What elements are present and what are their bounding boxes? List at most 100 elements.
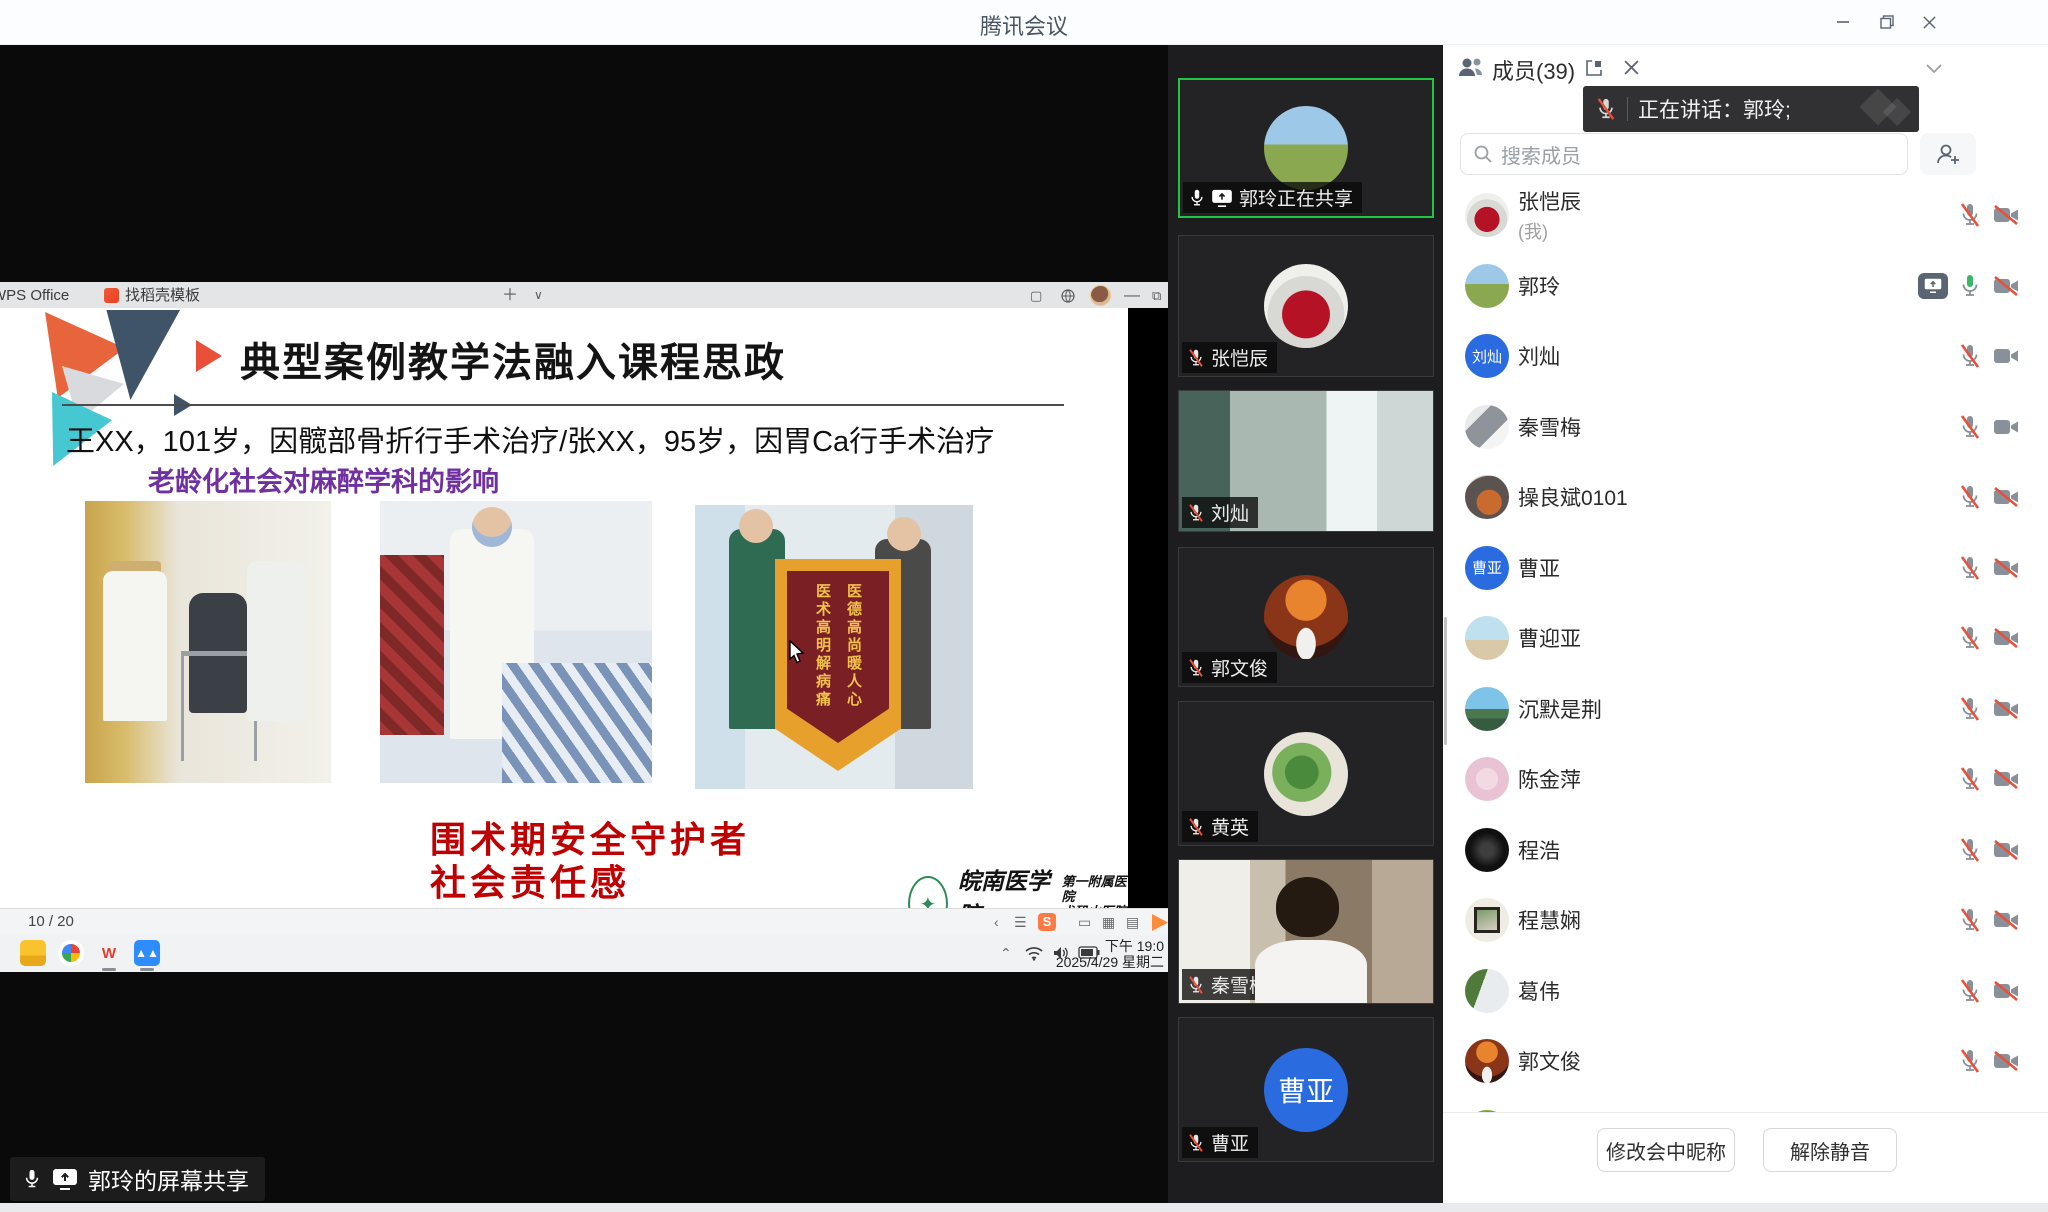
- member-row[interactable]: 程浩: [1443, 815, 2048, 885]
- wps-tab-bar: WPS Office 找稻壳模板 P 临床麻醉学课程思政集体备课 ＋ ∨ ▢ —…: [0, 282, 1168, 309]
- camera-off-icon: [1992, 698, 2020, 720]
- mic-muted-icon: [1958, 978, 1982, 1004]
- member-avatar: 刘灿: [1465, 334, 1509, 378]
- hospital-sub1: 第一附属医院: [1062, 874, 1128, 904]
- member-avatar: [1465, 898, 1509, 942]
- video-tile[interactable]: 郭玲正在共享: [1178, 78, 1434, 218]
- member-row[interactable]: 秦雪梅: [1443, 392, 2048, 462]
- close-icon: [1922, 15, 1937, 30]
- member-name: 程浩: [1518, 835, 1560, 865]
- status-prev-icon[interactable]: ‹: [994, 909, 999, 936]
- wps-layout-icon[interactable]: ▢: [1030, 282, 1042, 309]
- members-icon: [1457, 55, 1485, 79]
- speaking-toast: 正在讲话：郭玲;: [1583, 86, 1919, 132]
- member-row[interactable]: 葛伟: [1443, 956, 2048, 1026]
- video-tile[interactable]: 郭文俊: [1178, 547, 1434, 687]
- mic-muted-icon: [1187, 658, 1205, 678]
- member-avatar: [1465, 687, 1509, 731]
- mic-muted-icon: [1187, 503, 1205, 523]
- member-row[interactable]: 操良斌0101: [1443, 462, 2048, 532]
- mic-muted-icon: [1958, 202, 1982, 228]
- wps-minimize-icon[interactable]: —: [1124, 282, 1140, 309]
- member-row[interactable]: 沉默是荆: [1443, 674, 2048, 744]
- status-list-icon[interactable]: ☰: [1014, 909, 1027, 936]
- camera-on-icon: [1992, 345, 2020, 367]
- status-normal-view-icon[interactable]: ▭: [1078, 909, 1091, 936]
- banner-text-right: 医术高明解病痛: [812, 583, 833, 743]
- camera-off-icon: [1992, 839, 2020, 861]
- video-thumbnail-strip[interactable]: 郭玲正在共享 张恺辰 刘灿 郭文俊 黄英 秦雪梅: [1168, 45, 1443, 1203]
- search-placeholder: 搜索成员: [1501, 140, 1581, 169]
- screen-share-indicator: 郭玲的屏幕共享: [10, 1157, 265, 1201]
- close-button[interactable]: [1914, 8, 1944, 36]
- member-list-scrollbar[interactable]: [1444, 617, 1447, 745]
- photo-bedside-care: [380, 501, 652, 783]
- wps-globe-icon[interactable]: [1060, 288, 1076, 304]
- tray-expand-icon[interactable]: ⌃: [1000, 940, 1012, 967]
- video-tile[interactable]: 刘灿: [1178, 390, 1434, 532]
- add-member-button[interactable]: [1920, 133, 1976, 175]
- browser-icon[interactable]: [58, 940, 84, 966]
- toast-mic-muted-icon: [1595, 97, 1617, 121]
- slide-case-text: 王XX，101岁，因髋部骨折行手术治疗/张XX，95岁，因胃Ca行手术治疗: [66, 418, 994, 460]
- rename-button[interactable]: 修改会中昵称: [1597, 1128, 1735, 1172]
- slide-page-indicator: 10 / 20: [28, 913, 74, 930]
- member-avatar: [1465, 264, 1509, 308]
- restore-button[interactable]: [1872, 8, 1902, 36]
- photo-banner-gift: 医术高明解病痛 医德高尚暖人心: [695, 505, 973, 789]
- tab-wps-office[interactable]: WPS Office: [0, 282, 69, 309]
- screenshot-tool-icon[interactable]: S: [1038, 913, 1056, 931]
- video-tile[interactable]: 张恺辰: [1178, 235, 1434, 377]
- camera-off-icon: [1992, 204, 2020, 226]
- camera-off-icon: [1992, 486, 2020, 508]
- tencent-meeting-app-icon[interactable]: ▲▲: [134, 940, 160, 966]
- member-row[interactable]: 陈金萍: [1443, 744, 2048, 814]
- shared-screen-stage: WPS Office 找稻壳模板 P 临床麻醉学课程思政集体备课 ＋ ∨ ▢ —…: [0, 45, 1168, 1203]
- member-avatar: [1465, 828, 1509, 872]
- wps-account-avatar[interactable]: [1090, 285, 1111, 306]
- tencent-meeting-window: 腾讯会议 WPS Office 找稻壳模板 P 临床麻醉学课程思政集体备课: [0, 0, 2048, 1212]
- tab-list-chevron[interactable]: ∨: [534, 282, 543, 309]
- banner-text-left: 医德高尚暖人心: [843, 583, 864, 743]
- wps-restore-icon[interactable]: ⧉: [1152, 282, 1161, 309]
- screen-sharing-icon: [1918, 273, 1948, 299]
- taskbar-clock[interactable]: 下午 19:0 2025/4/29 星期二: [1044, 938, 1164, 970]
- mic-muted-icon: [1958, 766, 1982, 792]
- member-row[interactable]: 郭文俊: [1443, 1026, 2048, 1096]
- member-row[interactable]: 张恺辰 (我): [1443, 180, 2048, 250]
- member-row[interactable]: 程慧娴: [1443, 885, 2048, 955]
- member-search-input[interactable]: 搜索成员: [1460, 133, 1908, 175]
- video-tile-label: 郭玲正在共享: [1183, 182, 1362, 213]
- desktop-black-column: [1128, 308, 1168, 935]
- unmute-button[interactable]: 解除静音: [1763, 1128, 1897, 1172]
- status-grid-view-icon[interactable]: ▦: [1102, 909, 1115, 936]
- member-name: 曹亚: [1518, 553, 1560, 583]
- status-read-view-icon[interactable]: ▤: [1126, 909, 1139, 936]
- member-row[interactable]: 刘灿 刘灿: [1443, 321, 2048, 391]
- collapse-panel-chevron-icon[interactable]: [1925, 63, 1943, 75]
- member-list[interactable]: 张恺辰 (我) 郭玲 刘灿 刘灿 秦雪梅 操良斌0101: [1443, 180, 2048, 1112]
- member-row[interactable]: 郭玲: [1443, 251, 2048, 321]
- mic-muted-icon: [1958, 625, 1982, 651]
- wifi-icon[interactable]: [1024, 945, 1044, 961]
- close-panel-icon[interactable]: [1623, 59, 1640, 76]
- screen-sharing-icon: [1211, 189, 1233, 207]
- file-explorer-icon[interactable]: [20, 940, 46, 966]
- video-tile-label: 秦雪梅: [1182, 969, 1277, 1000]
- wps-app-icon[interactable]: W: [96, 940, 122, 966]
- minimize-button[interactable]: [1828, 8, 1858, 36]
- slideshow-play-icon[interactable]: [1152, 914, 1168, 931]
- new-tab-button[interactable]: ＋: [502, 282, 518, 309]
- share-badge-text: 郭玲的屏幕共享: [88, 1162, 249, 1196]
- member-name: 操良斌0101: [1518, 482, 1628, 512]
- thank-you-banner: 医术高明解病痛 医德高尚暖人心: [775, 559, 901, 771]
- member-row[interactable]: 曹亚 曹亚: [1443, 533, 2048, 603]
- tab-template[interactable]: 找稻壳模板: [104, 282, 200, 309]
- popout-panel-icon[interactable]: [1585, 59, 1603, 77]
- video-tile[interactable]: 秦雪梅: [1178, 859, 1434, 1004]
- member-avatar: [1465, 405, 1509, 449]
- video-tile[interactable]: 黄英: [1178, 701, 1434, 846]
- member-row[interactable]: [1443, 1097, 2048, 1113]
- member-row[interactable]: 曹迎亚: [1443, 603, 2048, 673]
- video-tile[interactable]: 曹亚 曹亚: [1178, 1017, 1434, 1162]
